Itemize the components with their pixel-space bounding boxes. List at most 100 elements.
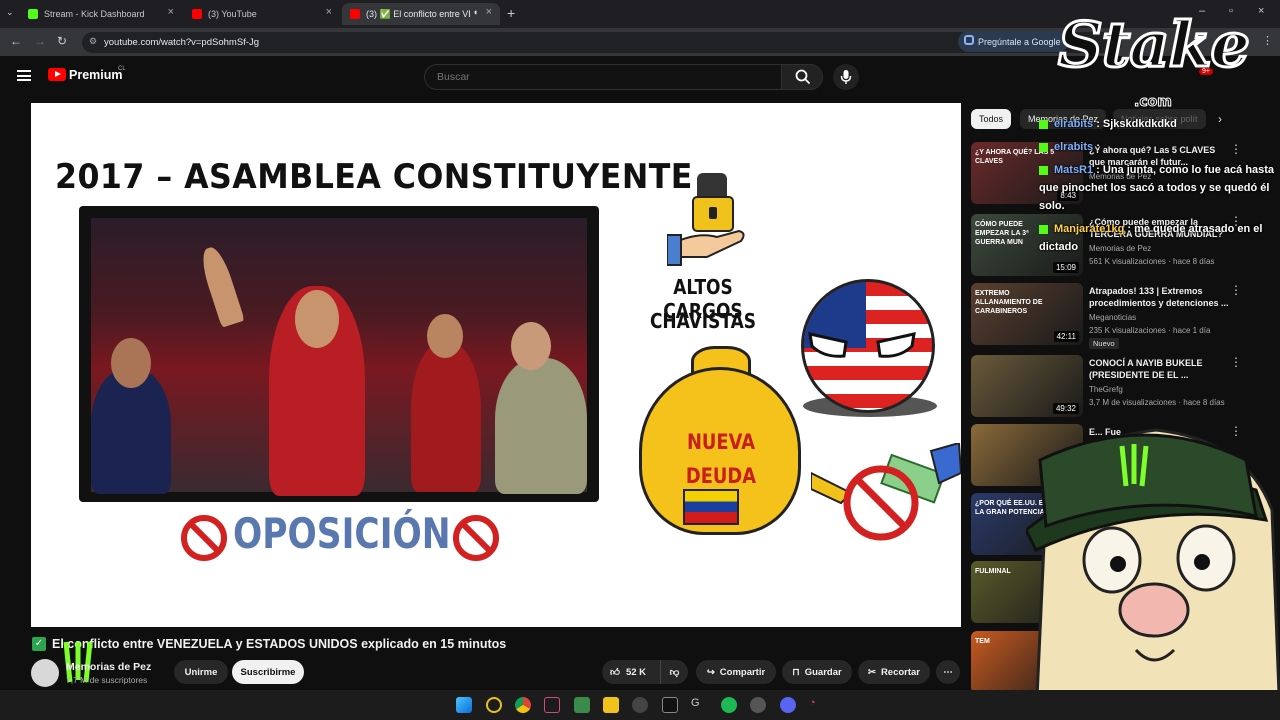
thumbs-up-icon: 👍︎: [610, 667, 620, 678]
back-icon[interactable]: ←: [10, 34, 22, 48]
new-tab-button[interactable]: +: [507, 5, 515, 21]
crowd-photo: [91, 218, 587, 496]
nueva-label: NUEVA: [686, 430, 756, 454]
chat-text: : Sjkskdkdkdkd: [1093, 118, 1177, 130]
country-code: CL: [118, 66, 126, 72]
chat-username: elrabits: [1054, 141, 1094, 153]
more-actions-button[interactable]: ⋯: [936, 660, 960, 684]
kick-icon: [1039, 165, 1048, 175]
google-lens-icon: [964, 35, 974, 45]
channel-avatar[interactable]: [31, 659, 59, 687]
thumbnail-caption: EXTREMO ALLANAMIENTO DE CARABINEROS: [975, 290, 1043, 315]
discord-icon[interactable]: [780, 697, 796, 713]
close-window-icon[interactable]: ×: [1258, 5, 1264, 17]
deuda-label: DEUDA: [685, 464, 757, 488]
save-button[interactable]: ⊓ Guardar: [782, 660, 852, 684]
recommendation-meta: 3,7 M de visualizaciones · hace 8 días: [1089, 398, 1225, 407]
youtube-icon: [192, 9, 202, 19]
video-thumbnail[interactable]: 49:32: [971, 355, 1083, 417]
video-frame-photo: [79, 206, 599, 502]
clip-button[interactable]: ✂ Recortar: [858, 660, 930, 684]
app-icon[interactable]: ◔: [809, 697, 825, 713]
browser-menu-icon[interactable]: ⋮: [1262, 34, 1273, 47]
speaker-icon[interactable]: ◖: [473, 7, 478, 17]
file-explorer-icon[interactable]: [603, 697, 619, 713]
duration-badge: 42:11: [1053, 331, 1079, 342]
chat-text: :: [1093, 141, 1100, 153]
microphone-icon: [840, 70, 852, 84]
person-figure: [511, 322, 551, 370]
reload-icon[interactable]: ↻: [57, 34, 67, 48]
youtube-brand[interactable]: Premium: [69, 68, 123, 82]
app-icon[interactable]: G: [691, 697, 707, 713]
chat-username: MatsR1: [1054, 164, 1094, 176]
kick-icon: [1039, 142, 1048, 152]
url-text: youtube.com/watch?v=pdSohmSf-Jg: [104, 37, 259, 48]
angry-eyes-icon: [808, 332, 916, 358]
recommendation-channel[interactable]: Meganoticias: [1089, 313, 1136, 322]
search-button[interactable]: [781, 64, 823, 90]
site-info-icon[interactable]: ⚙: [89, 36, 97, 47]
youtube-logo-icon[interactable]: [48, 68, 66, 81]
voice-search-button[interactable]: [833, 64, 859, 90]
scissors-icon: ✂: [867, 666, 876, 678]
tab-search-button[interactable]: ⌄: [6, 7, 14, 18]
app-icon[interactable]: [486, 697, 502, 713]
padlock-hand-icon: [667, 173, 745, 266]
chat-message: MatsR1 : Una junta, como lo fue acá hast…: [1039, 161, 1279, 215]
chrome-icon[interactable]: [515, 697, 531, 713]
youtube-icon: [350, 9, 360, 19]
nueva-deuda-label: NUEVA DEUDA: [670, 425, 772, 493]
stake-logo: Stake: [1057, 7, 1252, 83]
search-input[interactable]: [424, 64, 782, 90]
share-icon: ↪: [706, 666, 715, 678]
ask-google-label: Pregúntale a Google: [978, 36, 1061, 47]
join-button[interactable]: Unirme: [174, 660, 228, 684]
dislike-button[interactable]: 👎︎: [660, 660, 688, 684]
close-tab-icon[interactable]: ×: [486, 6, 492, 18]
spotify-icon[interactable]: [721, 697, 737, 713]
recommendation-meta: 561 K visualizaciones · hace 8 días: [1089, 257, 1215, 266]
chat-username: elrabits: [1054, 118, 1094, 130]
close-tab-icon[interactable]: ×: [326, 6, 332, 18]
person-figure: [111, 338, 151, 388]
more-options-icon[interactable]: ⋮: [1230, 283, 1242, 297]
save-label: Guardar: [804, 666, 842, 678]
checkmark-icon: ✓: [32, 637, 46, 651]
person-figure: [495, 358, 587, 494]
prohibited-icon: [181, 515, 227, 561]
tab-youtube[interactable]: (3) YouTube ×: [184, 3, 340, 25]
recommendation-title[interactable]: CONOCÍ A NAYIB BUKELE (PRESIDENTE DE EL …: [1089, 357, 1229, 381]
capcut-icon[interactable]: [662, 697, 678, 713]
stake-domain: .com: [1134, 94, 1173, 111]
app-icon[interactable]: [750, 697, 766, 713]
refused-money-hand-icon: [811, 443, 961, 541]
app-icon[interactable]: [574, 697, 590, 713]
ask-google-button[interactable]: Pregúntale a Google: [958, 31, 1069, 52]
share-button[interactable]: ↪ Compartir: [696, 660, 776, 684]
subscribe-button[interactable]: Suscribirme: [232, 660, 304, 684]
recommendation-title[interactable]: Atrapados! 133 | Extremos procedimientos…: [1089, 285, 1229, 309]
bookmark-icon: ⊓: [792, 666, 800, 678]
like-button[interactable]: 👍︎ 52 K: [602, 660, 660, 684]
video-thumbnail[interactable]: EXTREMO ALLANAMIENTO DE CARABINEROS 42:11: [971, 283, 1083, 345]
duration-badge: 15:09: [1052, 262, 1079, 273]
kick-icon: [1039, 119, 1048, 129]
chip-todos[interactable]: Todos: [971, 109, 1012, 129]
tab-video-active[interactable]: (3) ✅ El conflicto entre VE… ◖ ×: [342, 3, 500, 25]
more-options-icon[interactable]: ⋮: [1230, 355, 1242, 369]
tab-kick-dashboard[interactable]: Stream - Kick Dashboard ×: [20, 3, 182, 25]
windows-taskbar: G ◔: [0, 690, 1280, 720]
video-player[interactable]: 2017 – ASAMBLEA CONSTITUYENTE OPOSICIÓN …: [31, 103, 961, 627]
channel-name[interactable]: Memorias de Pez: [66, 661, 151, 673]
subscriber-count: 7,7 M de suscriptores: [66, 675, 148, 685]
close-tab-icon[interactable]: ×: [168, 6, 174, 18]
app-icon[interactable]: [544, 697, 560, 713]
thumbs-down-icon: 👎︎: [669, 667, 680, 678]
obs-icon[interactable]: [632, 697, 648, 713]
windows-start-icon[interactable]: [456, 697, 472, 713]
recommendation-channel[interactable]: TheGrefg: [1089, 385, 1123, 394]
hamburger-menu-icon[interactable]: [17, 70, 31, 81]
person-figure: [411, 342, 481, 492]
forward-icon[interactable]: →: [34, 34, 46, 48]
